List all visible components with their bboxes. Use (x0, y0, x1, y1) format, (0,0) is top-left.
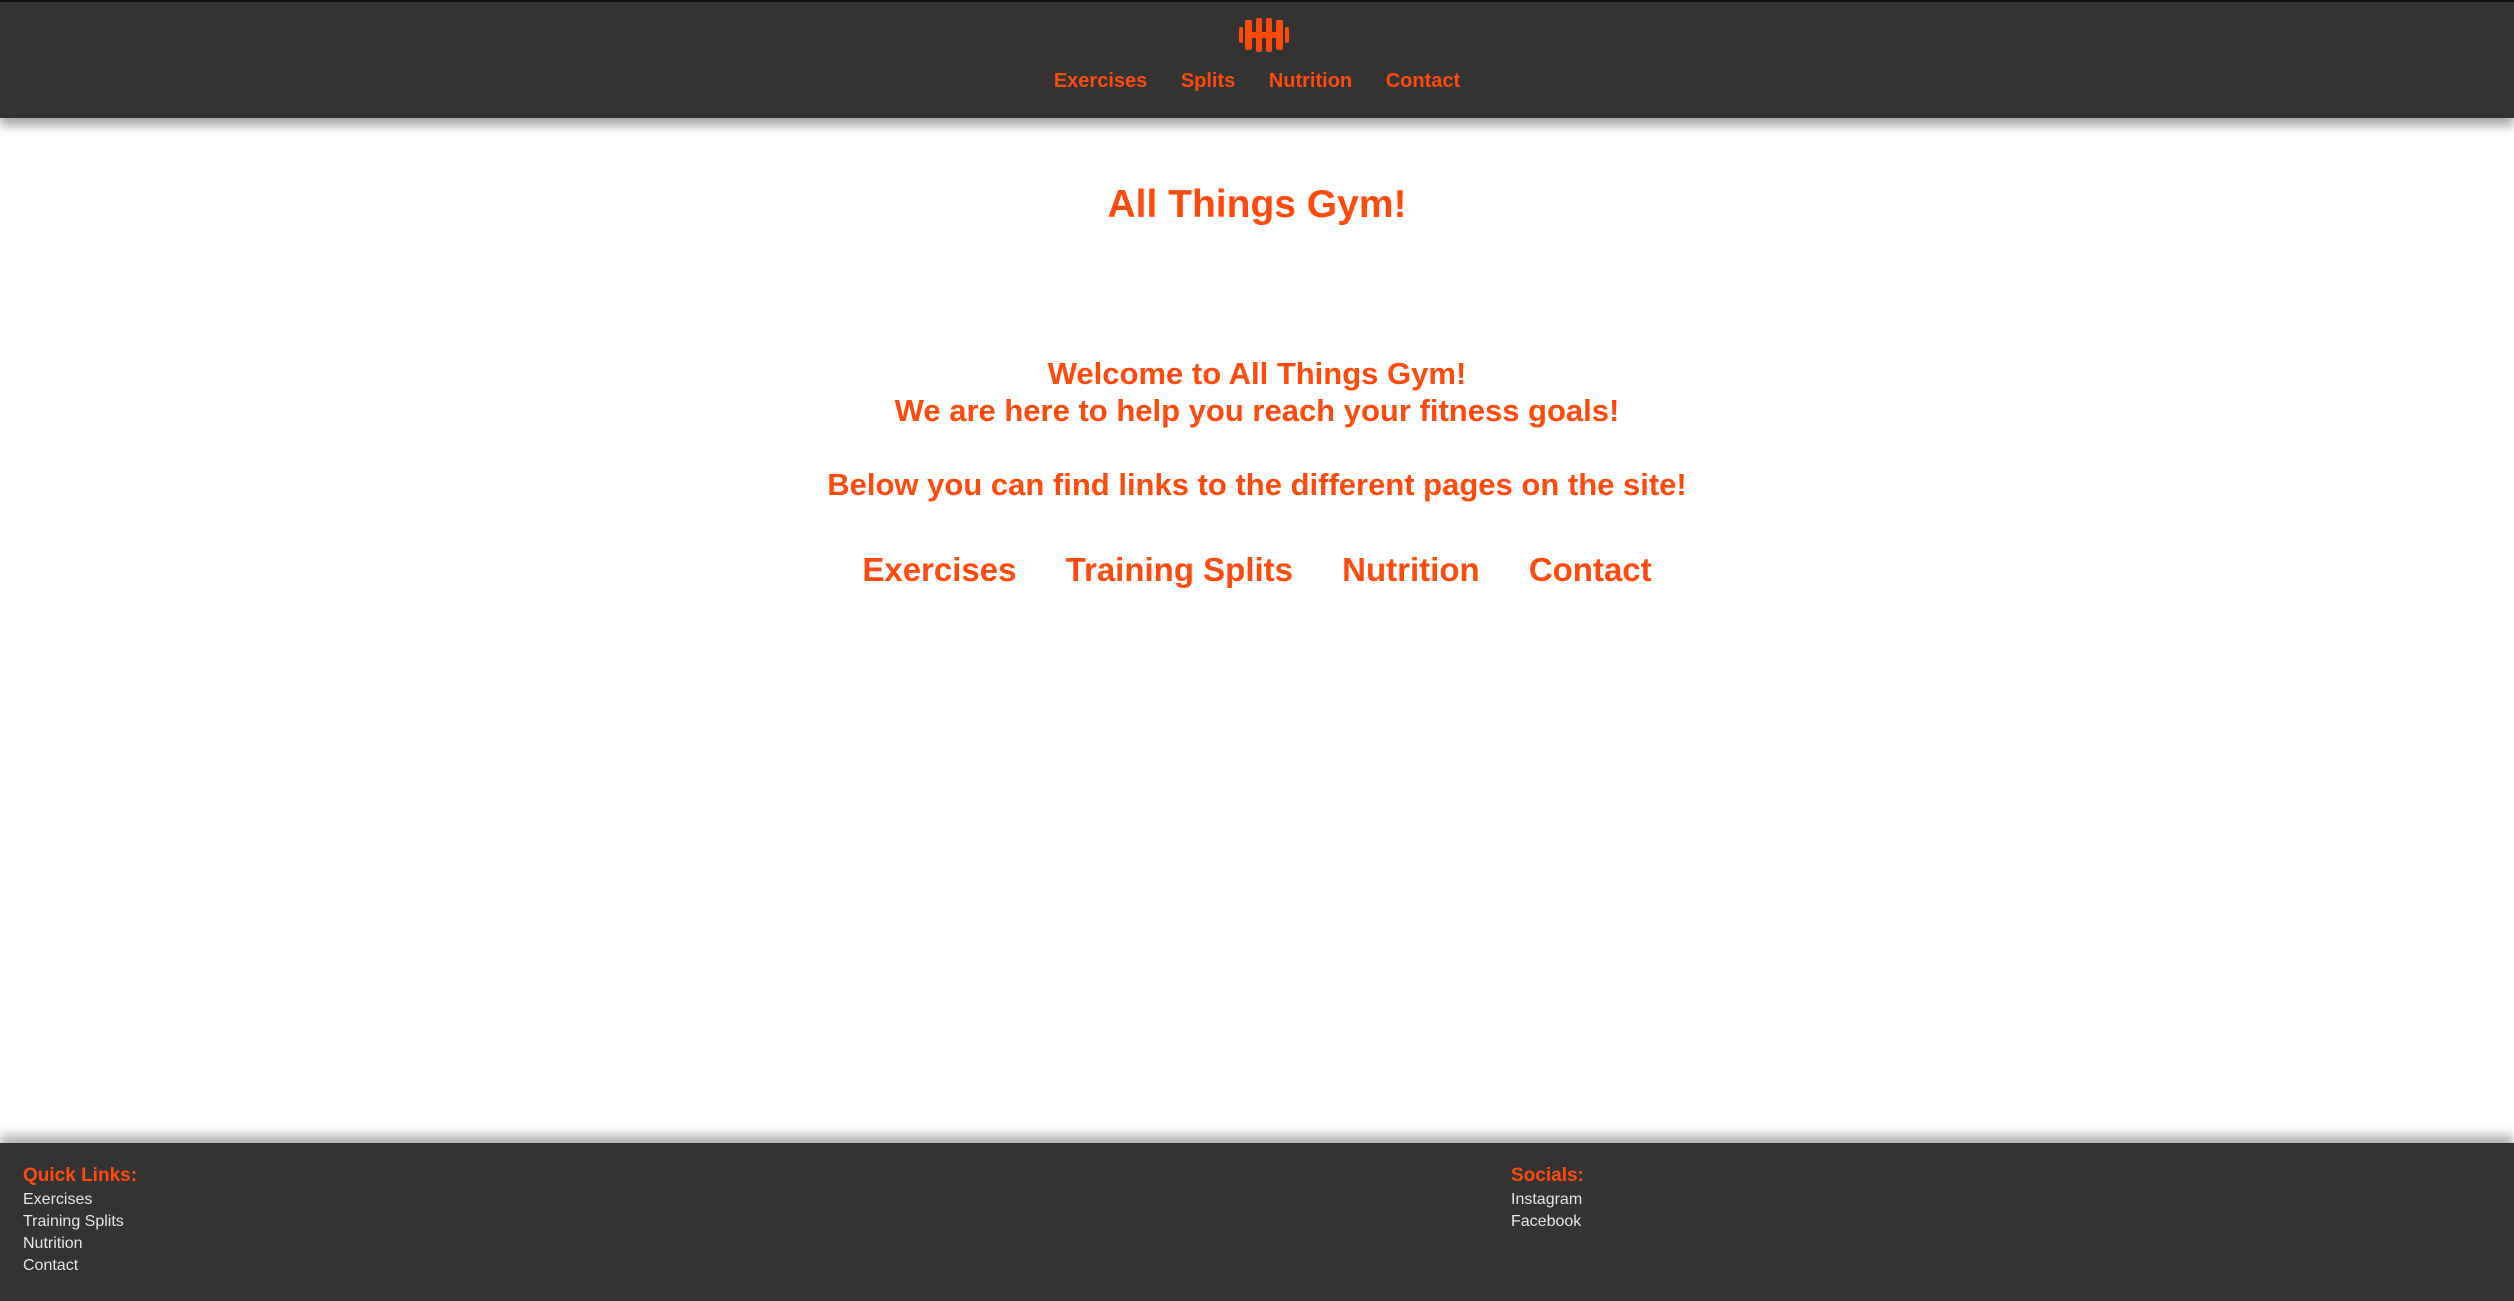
footer-link-instagram[interactable]: Instagram (1511, 1189, 1584, 1211)
welcome-text: Welcome to All Things Gym! We are here t… (0, 355, 2514, 503)
nav-nutrition[interactable]: Nutrition (1269, 70, 1352, 92)
footer-link-training-splits[interactable]: Training Splits (23, 1211, 137, 1233)
main-nav: Exercises Splits Nutrition Contact (0, 70, 2514, 93)
welcome-subline: We are here to help you reach your fitne… (894, 393, 1620, 428)
link-contact[interactable]: Contact (1529, 551, 1652, 588)
links-intro: Below you can find links to the differen… (827, 467, 1687, 502)
footer-link-exercises[interactable]: Exercises (23, 1189, 137, 1211)
socials-heading: Socials: (1511, 1165, 1584, 1186)
footer-link-nutrition[interactable]: Nutrition (23, 1233, 137, 1255)
footer: Quick Links: Exercises Training Splits N… (0, 1143, 2514, 1301)
page-links: Exercises Training Splits Nutrition Cont… (0, 551, 2514, 589)
nav-contact[interactable]: Contact (1386, 70, 1460, 92)
welcome-line: Welcome to All Things Gym! (1047, 356, 1467, 391)
nav-splits[interactable]: Splits (1181, 70, 1235, 92)
footer-link-contact[interactable]: Contact (23, 1255, 137, 1277)
page-title: All Things Gym! (1107, 183, 1407, 226)
socials-section: Socials: Instagram Facebook (1511, 1165, 1584, 1233)
quick-links-heading: Quick Links: (23, 1165, 138, 1186)
footer-link-facebook[interactable]: Facebook (1511, 1211, 1584, 1233)
nav-exercises[interactable]: Exercises (1054, 70, 1147, 92)
dumbbell-icon[interactable] (1237, 16, 1291, 54)
link-nutrition[interactable]: Nutrition (1342, 551, 1479, 588)
page: Exercises Splits Nutrition Contact All T… (0, 0, 2514, 1301)
link-exercises[interactable]: Exercises (862, 551, 1016, 588)
top-navbar: Exercises Splits Nutrition Contact (0, 0, 2514, 118)
quick-links-section: Quick Links: Exercises Training Splits N… (23, 1165, 137, 1277)
dumbbell-icon-graphic (1239, 18, 1289, 52)
link-training-splits[interactable]: Training Splits (1066, 551, 1293, 588)
